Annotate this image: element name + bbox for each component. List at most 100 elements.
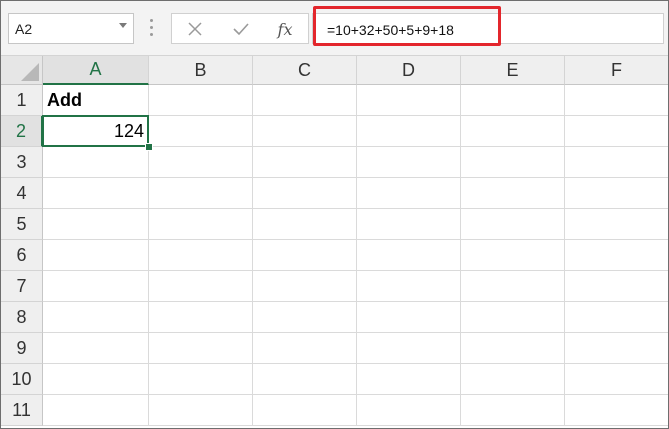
select-all-triangle-icon [21, 63, 39, 81]
cell-e9[interactable] [461, 333, 565, 364]
cell-e5[interactable] [461, 209, 565, 240]
cell-b9[interactable] [149, 333, 253, 364]
cell-c7[interactable] [253, 271, 357, 302]
cell-b7[interactable] [149, 271, 253, 302]
cell-a9[interactable] [43, 333, 149, 364]
column-header-c[interactable]: C [253, 56, 357, 85]
column-header-a[interactable]: A [43, 56, 149, 85]
fx-label: fx [277, 19, 293, 39]
cell-c5[interactable] [253, 209, 357, 240]
row-header-1[interactable]: 1 [1, 85, 43, 116]
cell-c10[interactable] [253, 364, 357, 395]
cell-c2[interactable] [253, 116, 357, 147]
cell-d4[interactable] [357, 178, 461, 209]
enter-button[interactable] [226, 16, 256, 42]
name-box-value[interactable]: A2 [15, 21, 32, 37]
close-icon [188, 22, 202, 36]
cell-d11[interactable] [357, 395, 461, 426]
drag-handle-icon[interactable] [150, 19, 153, 39]
cell-a1[interactable]: Add [43, 85, 149, 116]
cell-d10[interactable] [357, 364, 461, 395]
cell-e10[interactable] [461, 364, 565, 395]
cell-e2[interactable] [461, 116, 565, 147]
column-header-e[interactable]: E [461, 56, 565, 85]
excel-window: A2 fx =10+32+50+5+9+18 A B C D E F 1 Add… [0, 0, 669, 429]
cell-f5[interactable] [565, 209, 668, 240]
row-header-9[interactable]: 9 [1, 333, 43, 364]
cell-f11[interactable] [565, 395, 668, 426]
cell-c4[interactable] [253, 178, 357, 209]
cell-b5[interactable] [149, 209, 253, 240]
row-header-3[interactable]: 3 [1, 147, 43, 178]
cell-e6[interactable] [461, 240, 565, 271]
cell-f8[interactable] [565, 302, 668, 333]
fill-handle[interactable] [145, 143, 153, 151]
row-header-8[interactable]: 8 [1, 302, 43, 333]
cell-d5[interactable] [357, 209, 461, 240]
cell-c9[interactable] [253, 333, 357, 364]
cell-e8[interactable] [461, 302, 565, 333]
cell-b2[interactable] [149, 116, 253, 147]
cell-c1[interactable] [253, 85, 357, 116]
cell-d6[interactable] [357, 240, 461, 271]
cell-d2[interactable] [357, 116, 461, 147]
formula-highlight-box [313, 6, 501, 46]
formula-bar-area: A2 fx =10+32+50+5+9+18 [1, 1, 668, 56]
chevron-down-icon[interactable] [119, 23, 127, 28]
row-header-5[interactable]: 5 [1, 209, 43, 240]
cell-c8[interactable] [253, 302, 357, 333]
active-cell-outline [42, 115, 149, 147]
select-all-button[interactable] [1, 56, 43, 85]
column-header-b[interactable]: B [149, 56, 253, 85]
name-box[interactable]: A2 [8, 13, 134, 44]
insert-function-button[interactable]: fx [270, 16, 300, 42]
cell-e11[interactable] [461, 395, 565, 426]
cell-a4[interactable] [43, 178, 149, 209]
cell-f10[interactable] [565, 364, 668, 395]
column-header-d[interactable]: D [357, 56, 461, 85]
cell-f7[interactable] [565, 271, 668, 302]
cell-a8[interactable] [43, 302, 149, 333]
formula-buttons: fx [171, 13, 309, 44]
row-header-4[interactable]: 4 [1, 178, 43, 209]
row-header-10[interactable]: 10 [1, 364, 43, 395]
cell-a11[interactable] [43, 395, 149, 426]
cancel-button[interactable] [180, 16, 210, 42]
row-header-6[interactable]: 6 [1, 240, 43, 271]
cell-a10[interactable] [43, 364, 149, 395]
row-header-11[interactable]: 11 [1, 395, 43, 426]
cell-c6[interactable] [253, 240, 357, 271]
cell-f3[interactable] [565, 147, 668, 178]
cell-d9[interactable] [357, 333, 461, 364]
cell-a6[interactable] [43, 240, 149, 271]
cell-e7[interactable] [461, 271, 565, 302]
cell-d8[interactable] [357, 302, 461, 333]
cell-b8[interactable] [149, 302, 253, 333]
cell-b4[interactable] [149, 178, 253, 209]
cell-f4[interactable] [565, 178, 668, 209]
cell-b3[interactable] [149, 147, 253, 178]
cell-e3[interactable] [461, 147, 565, 178]
cell-a5[interactable] [43, 209, 149, 240]
cell-f6[interactable] [565, 240, 668, 271]
cell-b11[interactable] [149, 395, 253, 426]
cell-a3[interactable] [43, 147, 149, 178]
cell-a7[interactable] [43, 271, 149, 302]
row-header-2[interactable]: 2 [1, 116, 43, 147]
cell-e1[interactable] [461, 85, 565, 116]
cell-b10[interactable] [149, 364, 253, 395]
cell-f9[interactable] [565, 333, 668, 364]
cell-c11[interactable] [253, 395, 357, 426]
row-header-7[interactable]: 7 [1, 271, 43, 302]
cell-d7[interactable] [357, 271, 461, 302]
cell-b1[interactable] [149, 85, 253, 116]
cell-f2[interactable] [565, 116, 668, 147]
cell-d1[interactable] [357, 85, 461, 116]
cell-f1[interactable] [565, 85, 668, 116]
cell-c3[interactable] [253, 147, 357, 178]
column-header-f[interactable]: F [565, 56, 668, 85]
cell-e4[interactable] [461, 178, 565, 209]
cell-b6[interactable] [149, 240, 253, 271]
check-icon [233, 23, 249, 36]
cell-d3[interactable] [357, 147, 461, 178]
